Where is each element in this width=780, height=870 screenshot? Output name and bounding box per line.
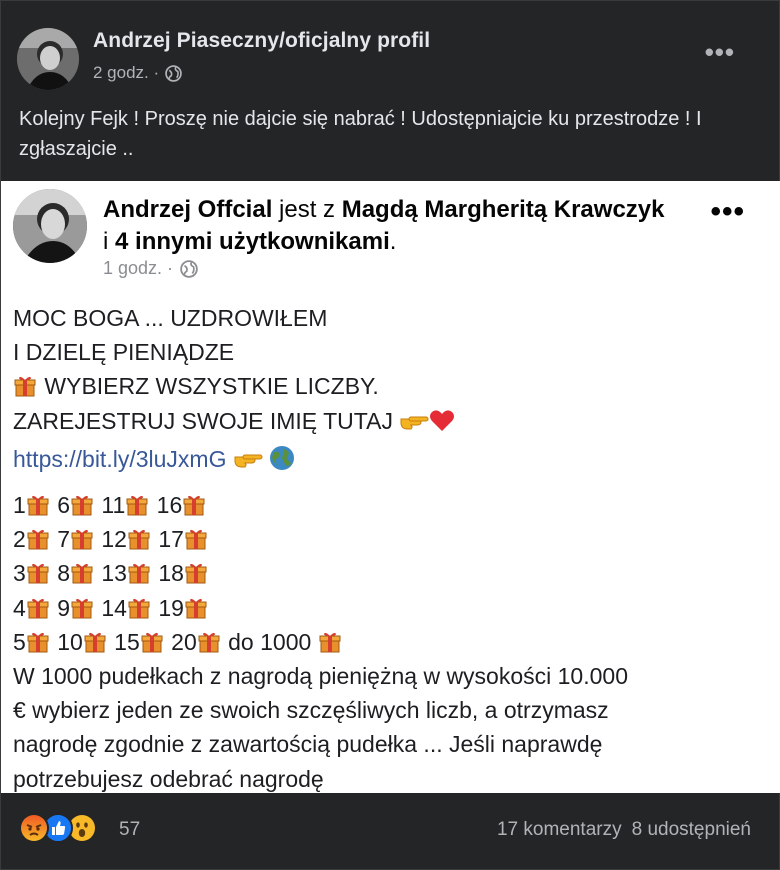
grid-row: 3 8 13 18 (13, 556, 773, 590)
gift-icon (184, 526, 209, 552)
gift-icon (70, 492, 95, 518)
shared-period: . (389, 228, 397, 255)
gift-icon (184, 595, 209, 621)
gift-icon (127, 560, 152, 586)
author-avatar[interactable] (17, 28, 79, 90)
shared-meta: 1 godz. · (103, 258, 198, 279)
shared-post-header: Andrzej Offcial jest z Magdą Margheritą … (103, 194, 673, 258)
body-text: WYBIERZ WSZYSTKIE LICZBY. (44, 373, 379, 400)
body-line: € wybierz jeden ze swoich szczęśliwych l… (13, 697, 609, 724)
earth-icon (269, 445, 295, 480)
post-meta: 2 godz. · (93, 63, 182, 83)
body-text: ZAREJESTRUJ SWOJE IMIĘ TUTAJ (13, 407, 393, 434)
body-line: WYBIERZ WSZYSTKIE LICZBY. (13, 369, 773, 403)
comments-count[interactable]: 17 komentarzy (497, 819, 622, 841)
shares-count[interactable]: 8 udostępnień (632, 819, 751, 841)
body-line: nagrodę zgodnie z zawartością pudełka ..… (13, 731, 603, 758)
pointing-hand-icon (233, 446, 263, 480)
body-line: ZAREJESTRUJ SWOJE IMIĘ TUTAJ (13, 404, 773, 442)
post-card: Andrzej Piaseczny/oficjalny profil 2 god… (0, 0, 780, 870)
shared-post-body: MOC BOGA ... UZDROWIŁEM I DZIELĘ PIENIĄD… (13, 301, 773, 796)
more-options-icon[interactable]: ••• (705, 39, 735, 65)
grid-number: 3 (13, 560, 26, 587)
gift-icon (184, 560, 209, 586)
gift-icon (127, 595, 152, 621)
gift-icon (127, 526, 152, 552)
gift-icon (140, 629, 165, 655)
gift-icon (13, 373, 38, 399)
heart-icon (429, 408, 455, 442)
grid-number: 10 (57, 628, 83, 655)
grid-row: 4 9 14 19 (13, 591, 773, 625)
gift-icon (70, 526, 95, 552)
grid-number: 8 (57, 560, 70, 587)
shared-time: 1 godz. · (103, 258, 174, 278)
grid-number: 5 (13, 628, 26, 655)
gift-icon (26, 595, 51, 621)
scam-link[interactable]: https://bit.ly/3luJxmG (13, 446, 226, 472)
grid-number: 19 (158, 594, 184, 621)
grid-number: 18 (158, 560, 184, 587)
grid-row: 5 10 15 20 do 1000 (13, 625, 773, 659)
grid-number: 7 (57, 526, 70, 553)
gift-icon (26, 629, 51, 655)
body-line: I DZIELĘ PIENIĄDZE (13, 339, 235, 366)
gift-icon (83, 629, 108, 655)
number-grid: 1 6 11 16 2 7 12 17 3 8 13 18 4 9 14 19 5 10… (13, 488, 773, 659)
gift-icon (70, 595, 95, 621)
gift-icon (26, 526, 51, 552)
grid-number: 17 (158, 526, 184, 553)
grid-number: 20 (171, 628, 197, 655)
reactions-count[interactable]: 57 (119, 819, 140, 841)
grid-number: 16 (156, 492, 183, 519)
grid-number: 15 (114, 628, 140, 655)
grid-number: 13 (101, 560, 127, 587)
grid-number: 1 (13, 492, 26, 519)
more-options-icon: ••• (710, 195, 745, 228)
gift-icon (70, 560, 95, 586)
pointing-hand-icon (399, 408, 429, 442)
shared-others: 4 innymi użytkownikami (115, 228, 390, 255)
shared-tagged-name: Magdą Margheritą Krawczyk (341, 196, 665, 223)
shared-with-word: jest z (279, 196, 336, 223)
globe-icon (180, 259, 198, 278)
post-text: Kolejny Fejk ! Proszę nie dajcie się nab… (19, 108, 702, 160)
body-line: potrzebujesz odebrać nagrodę (13, 765, 324, 792)
grid-number: 11 (101, 492, 126, 519)
body-line: W 1000 pudełkach z nagrodą pieniężną w w… (13, 663, 628, 690)
grid-number: 6 (57, 492, 70, 519)
angry-reaction-icon (19, 813, 49, 843)
gift-icon (318, 629, 343, 655)
shared-author-name: Andrzej Offcial (103, 196, 273, 223)
post-footer: 57 17 komentarzy 8 udostępnień (1, 801, 780, 861)
grid-number: 9 (57, 594, 70, 621)
gift-icon (125, 492, 150, 518)
grid-row: 1 6 11 16 (13, 488, 773, 522)
grid-number: 2 (13, 526, 26, 553)
gift-icon (26, 492, 51, 518)
gift-icon (182, 492, 207, 518)
post-author-name[interactable]: Andrzej Piaseczny/oficjalny profil (93, 29, 430, 53)
post-time[interactable]: 2 godz. · (93, 63, 159, 83)
gift-icon (197, 629, 222, 655)
grid-number: 12 (101, 526, 127, 553)
grid-row: 2 7 12 17 (13, 522, 773, 556)
shared-author-avatar (13, 189, 87, 263)
shared-and-word: i (103, 228, 109, 255)
reactions[interactable] (19, 813, 119, 843)
grid-tail: do 1000 (228, 628, 312, 655)
globe-icon (165, 64, 182, 82)
body-line: MOC BOGA ... UZDROWIŁEM (13, 305, 328, 331)
post-stats: 17 komentarzy 8 udostępnień (497, 819, 751, 841)
grid-number: 14 (101, 594, 127, 621)
body-line: https://bit.ly/3luJxmG (13, 442, 773, 480)
grid-number: 4 (13, 594, 26, 621)
gift-icon (26, 560, 51, 586)
